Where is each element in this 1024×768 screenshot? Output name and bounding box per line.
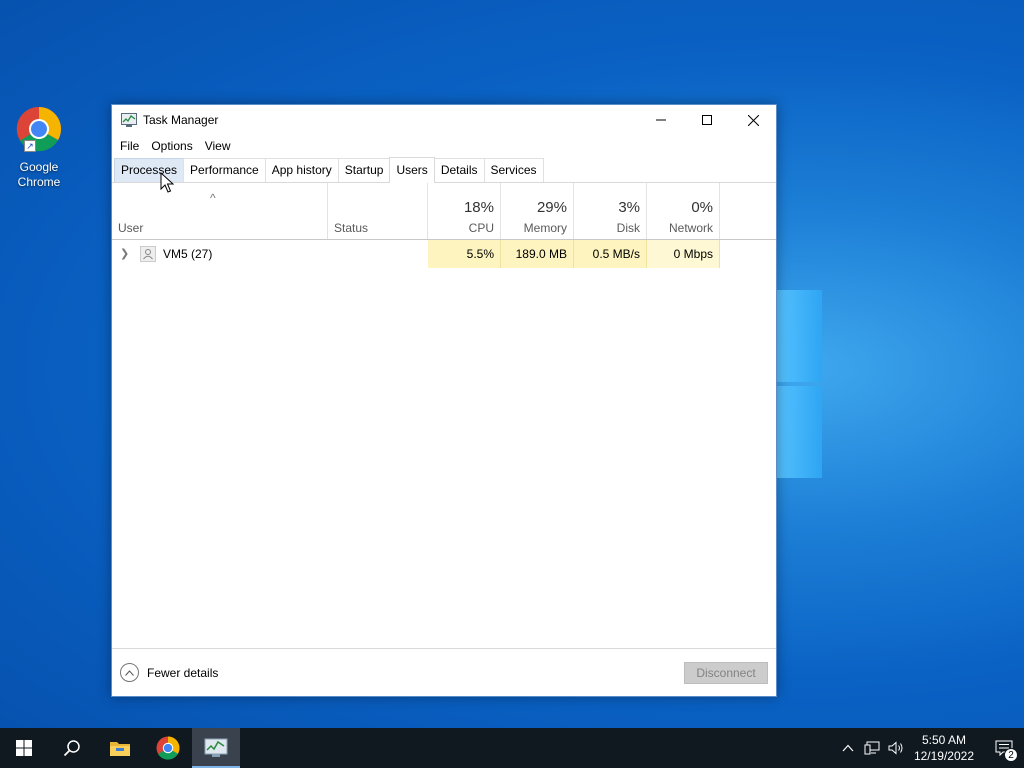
taskbar: 5:50 AM 12/19/2022 2 xyxy=(0,728,1024,768)
cell-cpu: 5.5% xyxy=(428,240,501,268)
volume-icon xyxy=(888,741,903,755)
taskbar-clock[interactable]: 5:50 AM 12/19/2022 xyxy=(914,732,974,764)
tab-services[interactable]: Services xyxy=(483,158,544,182)
close-icon xyxy=(747,114,759,126)
task-manager-window: Task Manager File Options View Processes… xyxy=(111,104,777,697)
clock-time: 5:50 AM xyxy=(921,733,966,747)
chevron-up-icon xyxy=(120,663,139,682)
maximize-icon xyxy=(702,115,712,125)
column-label-network: Network xyxy=(668,221,713,235)
desktop-windows-logo-light xyxy=(776,290,824,492)
column-header-status[interactable]: Status xyxy=(328,183,428,239)
fewer-details-button[interactable]: Fewer details xyxy=(120,663,218,682)
column-header-user[interactable]: ^ User xyxy=(112,183,328,239)
volume-tray-button[interactable] xyxy=(884,728,908,768)
show-hidden-icons-button[interactable] xyxy=(836,728,860,768)
cell-network: 0 Mbps xyxy=(647,240,720,268)
tab-app-history[interactable]: App history xyxy=(264,158,339,182)
window-title: Task Manager xyxy=(143,113,219,127)
taskbar-file-explorer[interactable] xyxy=(96,728,144,768)
chevron-right-icon[interactable]: ❯ xyxy=(120,240,129,268)
column-label-status: Status xyxy=(334,221,369,235)
tab-users[interactable]: Users xyxy=(389,157,435,183)
mouse-cursor-icon xyxy=(160,172,174,193)
close-button[interactable] xyxy=(730,105,776,135)
table-row[interactable]: ❯ VM5 (27) 5.5% 189.0 MB 0.5 MB/s 0 Mbps xyxy=(112,240,776,268)
menu-view[interactable]: View xyxy=(199,136,237,156)
chrome-icon xyxy=(156,736,180,760)
column-label-user: User xyxy=(118,221,144,235)
notification-count-badge: 2 xyxy=(1004,748,1018,762)
file-explorer-icon xyxy=(110,742,130,756)
desktop-icon-google-chrome[interactable]: ↗ Google Chrome xyxy=(6,106,72,190)
cell-user: VM5 (27) xyxy=(163,247,213,261)
action-center-button[interactable]: 2 xyxy=(984,728,1024,768)
cell-disk: 0.5 MB/s xyxy=(574,240,647,268)
disk-total-percent: 3% xyxy=(618,199,640,216)
search-button[interactable] xyxy=(48,728,96,768)
column-header-network[interactable]: 0% Network xyxy=(647,183,720,239)
tab-startup[interactable]: Startup xyxy=(337,158,391,182)
column-label-disk: Disk xyxy=(616,221,640,235)
column-header-row: ^ User Status 18% CPU 29% Memory 3% Disk… xyxy=(112,183,776,240)
title-bar[interactable]: Task Manager xyxy=(112,105,776,135)
cpu-total-percent: 18% xyxy=(463,199,494,216)
tab-strip: Processes Performance App history Startu… xyxy=(112,157,776,183)
memory-total-percent: 29% xyxy=(536,199,567,216)
network-tray-button[interactable] xyxy=(860,728,884,768)
cell-memory: 189.0 MB xyxy=(501,240,574,268)
tab-performance[interactable]: Performance xyxy=(183,158,266,182)
start-icon xyxy=(16,740,32,756)
column-label-cpu: CPU xyxy=(468,221,494,235)
column-header-disk[interactable]: 3% Disk xyxy=(574,183,647,239)
shortcut-arrow-icon: ↗ xyxy=(24,140,36,152)
maximize-button[interactable] xyxy=(684,105,730,135)
user-icon xyxy=(140,246,156,262)
clock-date: 12/19/2022 xyxy=(913,749,974,763)
chevron-up-icon xyxy=(842,744,854,752)
minimize-button[interactable] xyxy=(638,105,684,135)
disconnect-button[interactable]: Disconnect xyxy=(684,662,768,684)
cell-status xyxy=(328,240,428,268)
chrome-icon: ↗ xyxy=(16,106,62,152)
column-header-memory[interactable]: 29% Memory xyxy=(501,183,574,239)
minimize-icon xyxy=(656,119,666,121)
tab-details[interactable]: Details xyxy=(433,158,485,182)
taskbar-task-manager[interactable] xyxy=(192,728,240,768)
sort-up-icon: ^ xyxy=(210,191,216,205)
menu-options[interactable]: Options xyxy=(145,136,198,156)
network-total-percent: 0% xyxy=(691,199,713,216)
menu-file[interactable]: File xyxy=(114,136,145,156)
fewer-details-label: Fewer details xyxy=(147,665,219,680)
task-manager-app-icon xyxy=(121,113,137,127)
menu-bar: File Options View xyxy=(112,135,776,157)
start-button[interactable] xyxy=(0,728,48,768)
task-manager-icon xyxy=(204,738,228,757)
system-tray: 5:50 AM 12/19/2022 2 xyxy=(836,728,1024,768)
column-label-memory: Memory xyxy=(523,221,567,235)
column-header-cpu[interactable]: 18% CPU xyxy=(428,183,501,239)
taskbar-chrome[interactable] xyxy=(144,728,192,768)
network-icon xyxy=(864,741,880,755)
search-icon xyxy=(63,740,80,757)
desktop-icon-label: Google Chrome xyxy=(17,160,61,189)
window-footer: Fewer details Disconnect xyxy=(112,648,776,696)
